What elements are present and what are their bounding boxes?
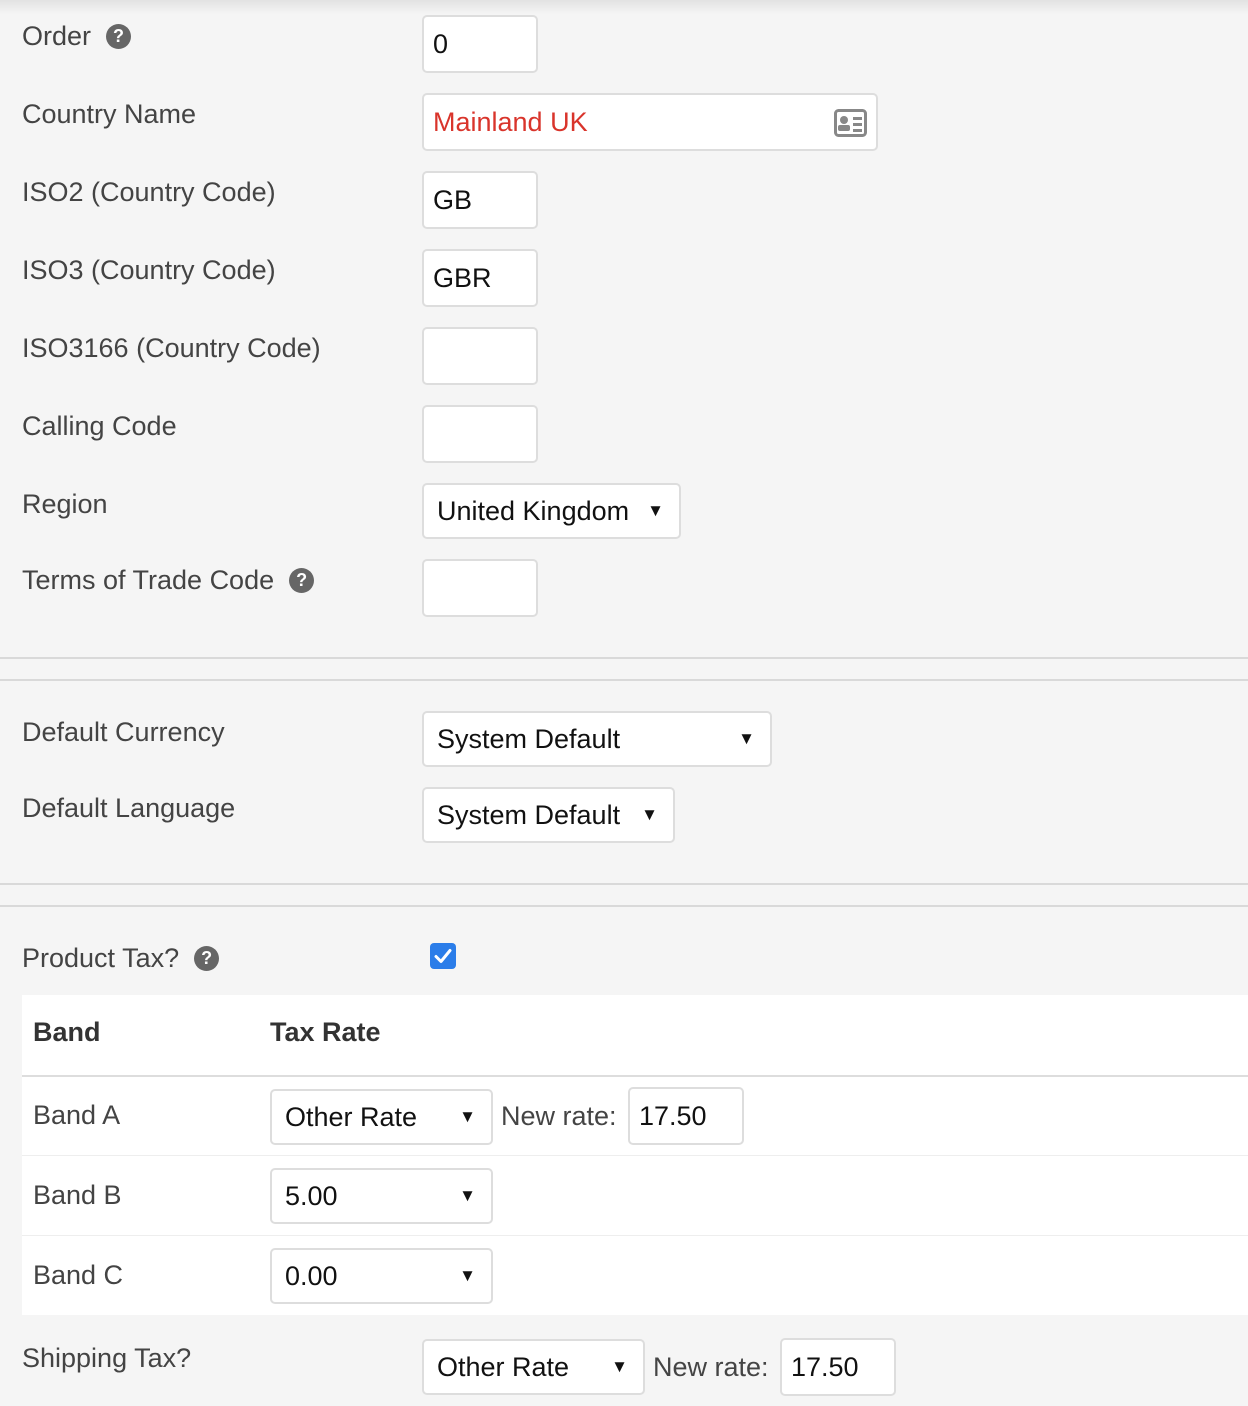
calling-code-input[interactable] — [422, 405, 538, 463]
iso3166-input[interactable] — [422, 327, 538, 385]
band-a-new-rate-label: New rate: — [501, 1101, 617, 1131]
band-b-rate-select[interactable]: 5.00 ▼ — [270, 1168, 493, 1224]
table-row-divider — [22, 1155, 1248, 1156]
caret-down-icon: ▼ — [459, 1107, 476, 1126]
iso2-label: ISO2 (Country Code) — [22, 177, 276, 207]
table-header-divider — [22, 1075, 1248, 1077]
region-select[interactable]: United Kingdom ▼ — [422, 483, 681, 539]
country-name-value: Mainland UK — [433, 106, 588, 137]
question-circle-icon[interactable]: ? — [106, 24, 132, 49]
checkmark-icon — [434, 949, 452, 963]
product-tax-label-text: Product Tax? — [22, 943, 180, 973]
default-currency-select[interactable]: System Default ▼ — [422, 711, 772, 767]
country-name-input[interactable]: Mainland UK — [422, 93, 878, 151]
iso3166-label: ISO3166 (Country Code) — [22, 333, 321, 363]
iso3-label: ISO3 (Country Code) — [22, 255, 276, 285]
shipping-tax-label: Shipping Tax? — [22, 1343, 192, 1373]
table-header-tax-rate: Tax Rate — [270, 1017, 381, 1047]
caret-down-icon: ▼ — [641, 805, 658, 824]
band-a-new-rate-input[interactable]: 17.50 — [628, 1087, 744, 1145]
table-row-divider — [22, 1235, 1248, 1236]
table-header-band: Band — [33, 1017, 101, 1047]
top-shadow — [0, 0, 1248, 14]
tax-rate-table: Band Tax Rate Band A Other Rate ▼ New ra… — [22, 995, 1248, 1315]
band-a-rate-value: Other Rate — [285, 1101, 418, 1132]
section-divider — [0, 679, 1248, 681]
iso3-input[interactable]: GBR — [422, 249, 538, 307]
shipping-tax-rate-value: Other Rate — [437, 1351, 570, 1382]
default-currency-value: System Default — [437, 723, 621, 754]
order-label: Order ? — [22, 21, 132, 52]
caret-down-icon: ▼ — [647, 501, 664, 520]
region-select-value: United Kingdom — [437, 495, 630, 526]
section-divider — [0, 657, 1248, 659]
question-circle-icon[interactable]: ? — [194, 946, 220, 971]
band-a-rate-select[interactable]: Other Rate ▼ — [270, 1089, 493, 1145]
question-circle-icon[interactable]: ? — [289, 568, 315, 593]
band-c-label: Band C — [33, 1260, 124, 1290]
section-divider — [0, 905, 1248, 907]
terms-of-trade-label-text: Terms of Trade Code — [22, 565, 275, 595]
shipping-new-rate-label: New rate: — [653, 1352, 769, 1382]
region-label: Region — [22, 489, 108, 519]
iso2-input[interactable]: GB — [422, 171, 538, 229]
default-language-value: System Default — [437, 799, 621, 830]
band-b-rate-value: 5.00 — [285, 1180, 338, 1211]
band-a-label: Band A — [33, 1100, 121, 1130]
caret-down-icon: ▼ — [611, 1357, 628, 1376]
terms-of-trade-label: Terms of Trade Code ? — [22, 565, 315, 596]
product-tax-checkbox[interactable] — [430, 943, 456, 969]
default-language-label: Default Language — [22, 793, 236, 823]
terms-of-trade-input[interactable] — [422, 559, 538, 617]
section-divider — [0, 883, 1248, 885]
order-input[interactable]: 0 — [422, 15, 538, 73]
country-name-label: Country Name — [22, 99, 197, 129]
default-language-select[interactable]: System Default ▼ — [422, 787, 675, 843]
caret-down-icon: ▼ — [459, 1186, 476, 1205]
product-tax-label: Product Tax? ? — [22, 943, 220, 974]
band-b-label: Band B — [33, 1180, 122, 1210]
calling-code-label: Calling Code — [22, 411, 177, 441]
shipping-tax-rate-select[interactable]: Other Rate ▼ — [422, 1339, 645, 1395]
default-currency-label: Default Currency — [22, 717, 225, 747]
caret-down-icon: ▼ — [738, 729, 755, 748]
contact-card-icon[interactable] — [834, 109, 867, 137]
caret-down-icon: ▼ — [459, 1266, 476, 1285]
shipping-new-rate-input[interactable]: 17.50 — [780, 1338, 896, 1396]
band-c-rate-select[interactable]: 0.00 ▼ — [270, 1248, 493, 1304]
order-label-text: Order — [22, 21, 92, 51]
band-c-rate-value: 0.00 — [285, 1260, 338, 1291]
